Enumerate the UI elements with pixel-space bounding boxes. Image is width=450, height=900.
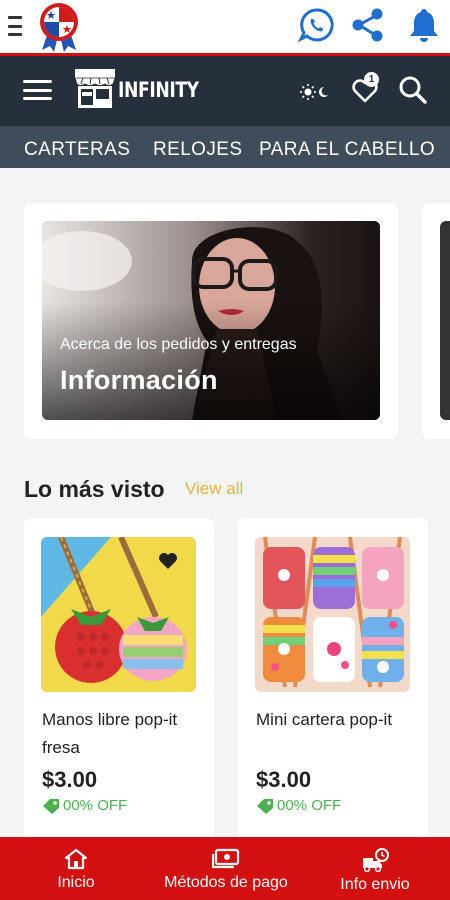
bottom-nav-label: Info envio <box>340 876 410 893</box>
product-discount: 00% OFF <box>42 797 127 814</box>
discount-label: 00% OFF <box>63 797 128 814</box>
category-tab-relojes[interactable]: RELOJES <box>153 139 242 161</box>
category-tab-para-el-cabello[interactable]: PARA EL CABELLO <box>259 139 435 161</box>
hamburger-menu-icon[interactable] <box>23 80 52 100</box>
category-tabs: CARTERAS RELOJES PARA EL CABELLO <box>0 126 450 168</box>
discount-tag-icon <box>43 798 59 814</box>
top-app-bar <box>0 0 450 53</box>
category-tab-carteras[interactable]: CARTERAS <box>24 139 130 161</box>
theme-toggle-icon[interactable] <box>300 83 330 103</box>
product-image[interactable] <box>255 537 410 692</box>
wishlist-count-badge: 1 <box>364 72 379 87</box>
product-name[interactable]: Mini cartera pop-it <box>256 706 406 734</box>
brand-name[interactable]: INFINITY <box>118 78 199 102</box>
main-header: INFINITY 1 <box>0 56 450 126</box>
whatsapp-icon[interactable] <box>297 6 335 44</box>
product-image[interactable] <box>41 537 196 692</box>
home-icon <box>64 848 88 870</box>
product-name[interactable]: Manos libre pop-it fresa <box>42 706 192 762</box>
store-logo-icon[interactable] <box>74 68 116 110</box>
notification-bell-icon[interactable] <box>405 6 443 44</box>
bottom-nav-metodos-de-pago[interactable]: Métodos de pago <box>156 837 296 900</box>
product-price: $3.00 <box>256 767 312 792</box>
discount-tag-icon <box>257 798 273 814</box>
panama-flag-badge-icon[interactable] <box>36 2 82 52</box>
bottom-navigation: Inicio Métodos de pago Info envio <box>0 837 450 900</box>
overflow-menu-icon[interactable] <box>8 16 22 36</box>
banner-title: Información <box>60 365 218 395</box>
bottom-nav-inicio[interactable]: Inicio <box>50 837 102 900</box>
banner-subtitle: Acerca de los pedidos y entregas <box>60 336 297 353</box>
bottom-nav-info-envio[interactable]: Info envio <box>335 837 415 900</box>
delivery-icon <box>363 848 389 872</box>
bottom-nav-label: Inicio <box>57 874 95 891</box>
view-all-link[interactable]: View all <box>185 479 243 499</box>
discount-label: 00% OFF <box>277 797 342 814</box>
banner-next-image[interactable] <box>440 221 450 420</box>
product-price: $3.00 <box>42 767 98 792</box>
bottom-nav-label: Métodos de pago <box>164 874 288 891</box>
payment-icon <box>212 848 240 869</box>
section-title: Lo más visto <box>24 476 165 502</box>
product-discount: 00% OFF <box>256 797 341 814</box>
share-icon[interactable] <box>349 6 387 44</box>
search-icon[interactable] <box>398 75 428 105</box>
